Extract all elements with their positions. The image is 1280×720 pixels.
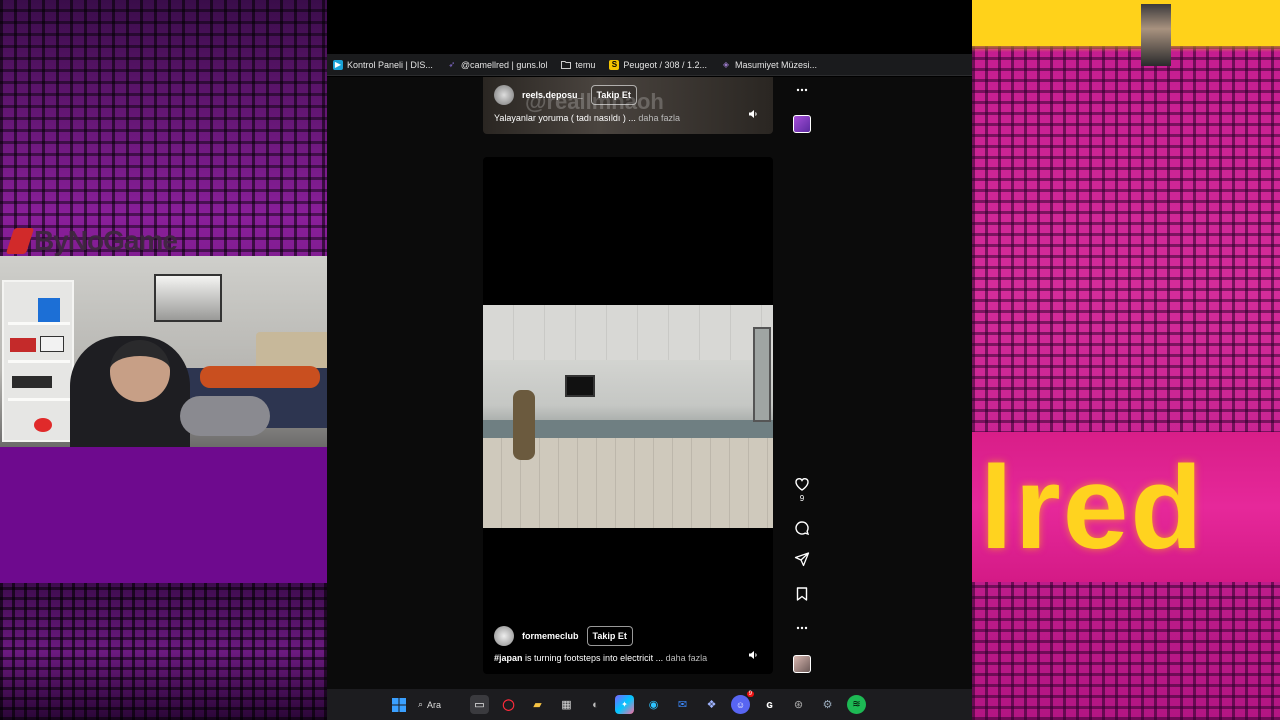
s-icon: S <box>609 59 620 70</box>
task-view-icon[interactable]: ▭ <box>470 695 489 714</box>
video-figure <box>513 390 535 460</box>
folder-icon <box>561 60 572 70</box>
outlook-icon[interactable]: ✉ <box>673 695 692 714</box>
video-wall-screen <box>565 375 595 397</box>
bookmark-peugeot[interactable]: S Peugeot / 308 / 1.2... <box>609 59 707 70</box>
save-button[interactable] <box>786 586 818 602</box>
follow-button[interactable]: Takip Et <box>586 626 633 646</box>
shelf-row <box>8 360 70 363</box>
steam-icon[interactable]: ⊛ <box>789 695 808 714</box>
video-ceiling <box>483 305 773 360</box>
logo-mark-icon <box>5 228 35 254</box>
stream-logo: ByNoGame <box>5 225 178 256</box>
shelf-item <box>38 298 60 322</box>
store-icon[interactable]: ▦ <box>557 695 576 714</box>
browser-top-bar <box>327 0 972 54</box>
comment-icon <box>795 521 810 536</box>
app-shield-icon[interactable]: ❖ <box>702 695 721 714</box>
bookmark-temu-folder[interactable]: temu <box>561 60 595 70</box>
bookmark-label: Peugeot / 308 / 1.2... <box>623 59 707 70</box>
copilot-icon[interactable]: ✦ <box>615 695 634 714</box>
audio-thumbnail-image <box>793 655 811 673</box>
hashtag-link[interactable]: #japan <box>494 653 523 663</box>
neon-sign-text: lred <box>980 442 1205 574</box>
heart-icon <box>795 478 809 491</box>
bookmark-label: @camellred | guns.lol <box>460 59 548 70</box>
username[interactable]: reels.deposu_ <box>522 90 583 100</box>
spotify-icon[interactable]: ≋ <box>847 695 866 714</box>
username[interactable]: formemeclub <box>522 631 579 641</box>
audio-thumbnail-image <box>793 115 811 133</box>
shelf-row <box>8 398 70 401</box>
shelf-item <box>40 336 64 352</box>
opera-icon[interactable]: ◯ <box>499 695 518 714</box>
shelf-item <box>10 338 36 352</box>
volume-icon[interactable] <box>748 650 758 663</box>
left-overlay-building <box>0 583 327 720</box>
app-g-icon[interactable]: ɢ <box>760 695 779 714</box>
avatar[interactable] <box>494 85 514 105</box>
right-overlay-yellow-fade <box>972 40 1280 52</box>
reel-current-user: formemeclub Takip Et <box>494 626 633 646</box>
start-button[interactable] <box>389 695 408 714</box>
windows-icon <box>391 697 406 712</box>
caption-text: Yalayanlar yoruma ( tadı nasıldı ) ... <box>494 113 636 123</box>
webcam-feed <box>0 256 340 447</box>
taskbar-search[interactable]: ⌕ Ara <box>418 699 460 710</box>
rocket-icon: ➶ <box>448 60 456 69</box>
file-explorer-icon[interactable]: ▰ <box>528 695 547 714</box>
webcam-painting <box>154 274 222 322</box>
shelf-item <box>34 418 52 432</box>
webcam-head <box>110 340 170 402</box>
video-door <box>753 327 771 422</box>
logo-text: ByNoGame <box>34 225 178 256</box>
bookmarks-bar: ▶ Kontrol Paneli | DIS... ➶ @camellred |… <box>327 54 972 76</box>
reel-previous-caption: Yalayanlar yoruma ( tadı nasıldı ) ... d… <box>494 113 680 123</box>
museum-icon: ◈ <box>722 60 730 69</box>
comment-button[interactable] <box>786 520 818 536</box>
reel-current[interactable] <box>483 157 773 674</box>
right-overlay-background <box>972 0 1280 720</box>
follow-button[interactable]: Takip Et <box>590 85 637 105</box>
reel-video[interactable] <box>483 305 773 528</box>
bookmark-kontrol-paneli[interactable]: ▶ Kontrol Paneli | DIS... <box>333 59 433 70</box>
more-link[interactable]: daha fazla <box>666 653 708 663</box>
like-count: 9 <box>799 494 805 503</box>
edge-icon[interactable]: ◉ <box>644 695 663 714</box>
volume-icon[interactable] <box>748 109 758 122</box>
share-button[interactable] <box>786 551 818 567</box>
notification-badge: 9 <box>746 691 754 697</box>
webcam-pillow <box>200 366 320 388</box>
panel-icon: ▶ <box>333 59 343 70</box>
more-options-icon[interactable] <box>786 82 818 98</box>
audio-thumbnail[interactable] <box>786 115 818 133</box>
discord-icon[interactable]: ☺ 9 <box>731 691 754 714</box>
more-link[interactable]: daha fazla <box>638 113 680 123</box>
secondary-webcam <box>1141 4 1171 66</box>
bookmark-icon <box>796 587 808 601</box>
left-overlay-panel <box>0 447 327 583</box>
bookmark-guns-lol[interactable]: ➶ @camellred | guns.lol <box>447 60 548 70</box>
settings-gear-icon[interactable]: ⚙ <box>818 695 837 714</box>
caption-text: is turning footsteps into electricit ... <box>522 653 664 663</box>
avatar[interactable] <box>494 626 514 646</box>
search-icon: ⌕ <box>418 699 424 709</box>
reel-current-caption: #japan is turning footsteps into electri… <box>494 653 707 663</box>
bookmark-label: temu <box>575 59 596 70</box>
bookmark-label: Kontrol Paneli | DIS... <box>347 59 433 70</box>
reel-previous-user: reels.deposu_ Takip Et <box>494 85 637 105</box>
search-label: Ara <box>427 699 442 710</box>
app-circle-icon[interactable]: ◐ <box>586 695 605 714</box>
shelf-row <box>8 322 70 325</box>
like-button[interactable]: 9 <box>786 476 818 503</box>
send-icon <box>794 552 810 567</box>
audio-thumbnail[interactable] <box>786 655 818 673</box>
more-options-icon[interactable] <box>786 620 818 636</box>
shelf-item <box>12 376 52 388</box>
reel-actions: 9 <box>786 0 818 690</box>
webcam-legs <box>180 396 270 436</box>
screen: ByNoGame ▶ Kontrol Paneli | DIS... ➶ @ca… <box>0 0 1280 720</box>
windows-taskbar: ⌕ Ara ▭ ◯ ▰ ▦ ◐ ✦ ◉ ✉ ❖ ☺ 9 ɢ ⊛ ⚙ ≋ <box>327 689 972 720</box>
webcam-shelf <box>2 280 74 442</box>
